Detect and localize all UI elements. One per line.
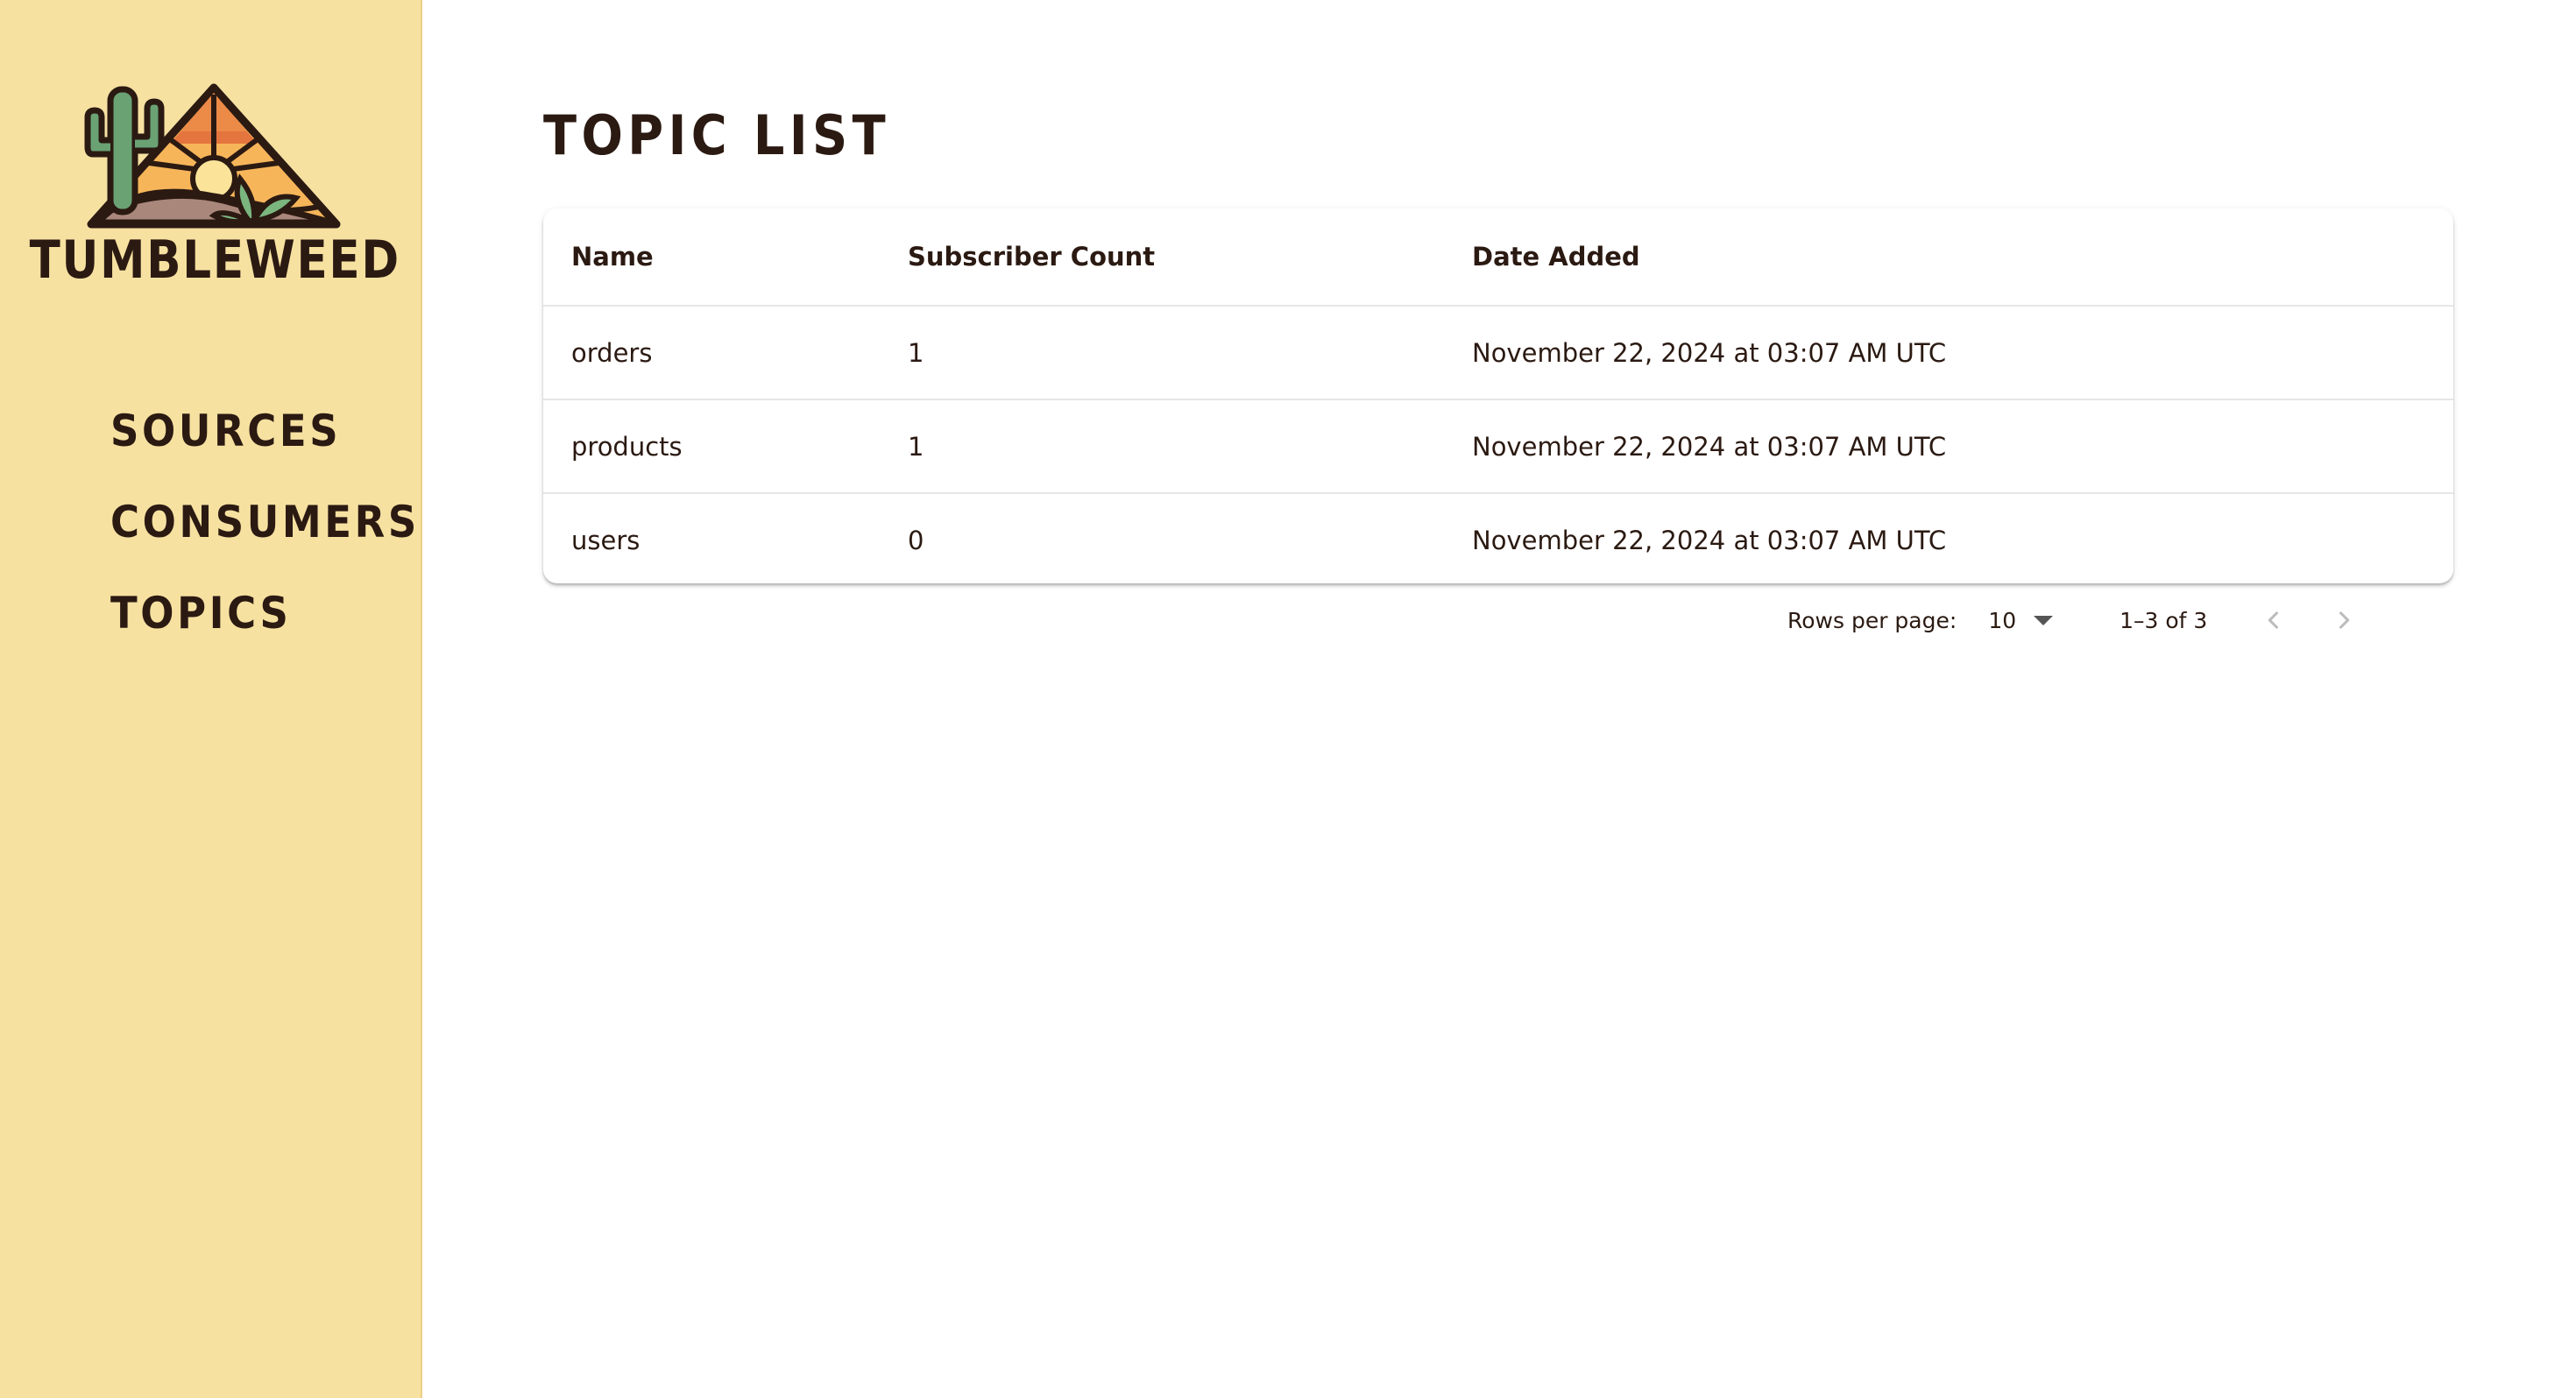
chevron-down-icon [2034,615,2054,625]
rows-per-page-select[interactable]: 10 [1988,607,2054,633]
table-row[interactable]: users 0 November 22, 2024 at 03:07 AM UT… [543,492,2453,583]
rows-per-page-label: Rows per page: [1787,607,1957,633]
topic-table-card: Name Subscriber Count Date Added orders … [543,208,2453,583]
tumbleweed-logo [84,83,341,229]
chevron-right-icon [2339,611,2350,629]
table-pagination: Rows per page: 10 1–3 of 3 [1787,601,2363,639]
sidebar-nav: SOURCES CONSUMERS TOPICS [110,385,454,659]
column-header-date-added[interactable]: Date Added [1444,208,2453,307]
table-row[interactable]: orders 1 November 22, 2024 at 03:07 AM U… [543,305,2453,399]
sidebar-item-sources[interactable]: SOURCES [110,385,420,477]
previous-page-button[interactable] [2254,601,2293,639]
app-root: TUMBLEWEED SOURCES CONSUMERS TOPICS TOPI… [0,0,2576,1398]
sidebar-item-topics[interactable]: TOPICS [110,568,420,659]
sidebar-item-consumers[interactable]: CONSUMERS [110,477,420,568]
page-title: TOPIC LIST [543,103,891,167]
cell-date-added: November 22, 2024 at 03:07 AM UTC [1444,399,2453,493]
pagination-range: 1–3 of 3 [2120,607,2208,633]
chevron-left-icon [2268,611,2279,629]
sidebar: TUMBLEWEED SOURCES CONSUMERS TOPICS [0,0,422,1398]
next-page-button[interactable] [2325,601,2363,639]
cell-name: orders [543,305,880,399]
cell-date-added: November 22, 2024 at 03:07 AM UTC [1444,492,2453,583]
column-header-subscriber-count[interactable]: Subscriber Count [880,208,1444,307]
cell-name: products [543,399,880,493]
cell-subscriber-count: 1 [880,399,1444,493]
cell-name: users [543,492,880,583]
rows-per-page-value: 10 [1988,607,2017,633]
cell-date-added: November 22, 2024 at 03:07 AM UTC [1444,305,2453,399]
column-header-name[interactable]: Name [543,208,880,307]
table-header-row: Name Subscriber Count Date Added [543,208,2453,307]
cell-subscriber-count: 1 [880,305,1444,399]
topic-table: Name Subscriber Count Date Added orders … [543,208,2453,583]
table-row[interactable]: products 1 November 22, 2024 at 03:07 AM… [543,399,2453,493]
cell-subscriber-count: 0 [880,492,1444,583]
brand-name: TUMBLEWEED [29,229,400,291]
